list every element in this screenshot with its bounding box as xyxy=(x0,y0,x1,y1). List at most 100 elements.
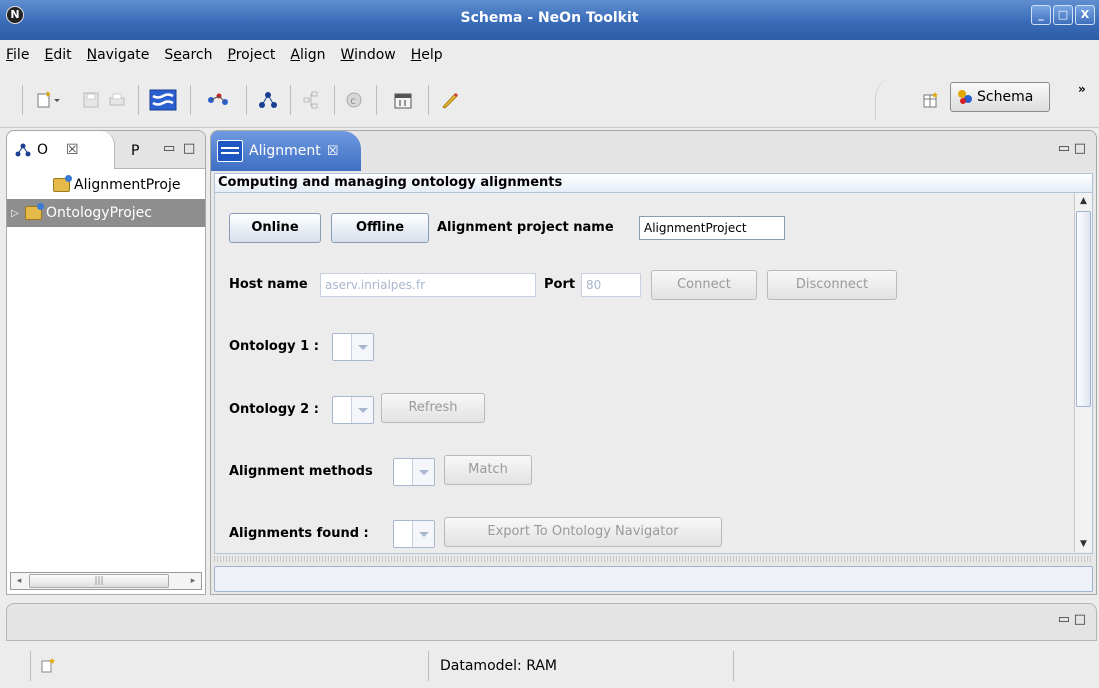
toolbar-separator xyxy=(190,85,191,115)
ontology-navigator-view: O ☒ P ▭ □ AlignmentProje ▷ OntologyProje… xyxy=(6,130,206,595)
bottom-view-area: ▭ □ xyxy=(6,603,1097,641)
port-input[interactable] xyxy=(581,273,641,297)
schema-perspective-button[interactable]: Schema xyxy=(950,82,1050,112)
fast-view-icon[interactable] xyxy=(40,657,56,677)
alignment-icon xyxy=(217,140,243,162)
connect-button[interactable]: Connect xyxy=(651,270,757,300)
minimize-window-button[interactable]: _ xyxy=(1031,5,1051,25)
menu-navigate[interactable]: Navigate xyxy=(87,47,150,63)
alignments-found-select[interactable] xyxy=(393,520,435,548)
save-icon[interactable] xyxy=(80,88,102,112)
menu-window[interactable]: Window xyxy=(341,47,396,63)
menu-align[interactable]: Align xyxy=(290,47,325,63)
tab-alignment[interactable]: Alignment ☒ xyxy=(211,131,361,171)
menu-search[interactable]: Search xyxy=(164,47,212,63)
minimize-editor-icon[interactable]: ▭ xyxy=(1058,141,1070,156)
pen-icon[interactable] xyxy=(436,88,464,112)
scroll-down-icon[interactable]: ▼ xyxy=(1075,536,1092,552)
offline-button[interactable]: Offline xyxy=(331,213,429,243)
status-bar: Datamodel: RAM xyxy=(0,645,1099,688)
refresh-button[interactable]: Refresh xyxy=(381,393,485,423)
tab-ontology-navigator-label: O xyxy=(37,142,49,158)
alignments-found-label: Alignments found : xyxy=(229,526,369,541)
main-toolbar: c Schema » xyxy=(0,70,1099,128)
copyright-icon[interactable]: c xyxy=(342,88,366,112)
window-title: Schema - NeOn Toolkit xyxy=(460,10,639,26)
calendar-icon[interactable] xyxy=(384,88,422,112)
alignment-methods-select[interactable] xyxy=(393,458,435,486)
status-separator xyxy=(428,651,429,681)
tab-project-explorer[interactable]: P xyxy=(131,143,139,159)
chevron-down-icon xyxy=(351,397,373,423)
status-separator xyxy=(30,651,31,681)
menu-project[interactable]: Project xyxy=(228,47,276,63)
menu-file[interactable]: File xyxy=(6,47,29,63)
project-folder-icon xyxy=(25,203,44,220)
maximize-bottom-icon[interactable]: □ xyxy=(1074,612,1086,627)
online-button[interactable]: Online xyxy=(229,213,321,243)
tab-ontology-navigator[interactable]: O ☒ xyxy=(7,131,115,169)
section-heading: Computing and managing ontology alignmen… xyxy=(214,173,1093,193)
host-name-input[interactable] xyxy=(320,273,536,297)
maximize-view-icon[interactable]: □ xyxy=(183,141,195,156)
sash-divider[interactable] xyxy=(214,556,1093,562)
ontology-navigator-icon[interactable] xyxy=(254,88,282,112)
alignment-form: Online Offline Alignment project name Ho… xyxy=(214,193,1093,554)
maximize-editor-icon[interactable]: □ xyxy=(1074,141,1086,156)
ontology-tool-icon[interactable] xyxy=(198,88,238,112)
perspective-label: Schema xyxy=(977,89,1034,105)
ontology1-select[interactable] xyxy=(332,333,374,361)
more-perspectives-button[interactable]: » xyxy=(1078,82,1086,96)
horizontal-scrollbar[interactable]: ◂ ||| ▸ xyxy=(10,572,202,590)
project-name-label: Alignment project name xyxy=(437,220,614,235)
vertical-scrollbar[interactable]: ▲ ▼ xyxy=(1074,193,1092,552)
scroll-thumb[interactable]: ||| xyxy=(29,574,169,588)
scroll-thumb[interactable] xyxy=(1076,211,1091,407)
close-window-button[interactable]: X xyxy=(1075,5,1095,25)
port-label: Port xyxy=(544,277,576,292)
export-to-ontology-navigator-button[interactable]: Export To Ontology Navigator xyxy=(444,517,722,547)
toolbar-separator xyxy=(428,85,429,115)
expand-arrow-icon[interactable]: ▷ xyxy=(11,208,25,219)
toolbar-separator xyxy=(22,85,23,115)
menu-help[interactable]: Help xyxy=(411,47,443,63)
scroll-up-icon[interactable]: ▲ xyxy=(1075,193,1092,209)
toolbar-separator xyxy=(246,85,247,115)
toolbar-separator xyxy=(334,85,335,115)
toolbar-separator xyxy=(290,85,291,115)
project-folder-icon xyxy=(53,175,72,192)
tree-item-alignment-project[interactable]: AlignmentProje xyxy=(7,171,205,199)
new-wizard-icon[interactable] xyxy=(32,88,66,112)
left-view-tab-bar: O ☒ P ▭ □ xyxy=(7,131,205,169)
tree-item-label: AlignmentProje xyxy=(74,177,181,193)
toolbar-separator xyxy=(376,85,377,115)
open-perspective-icon[interactable] xyxy=(918,88,944,112)
hierarchy-icon[interactable] xyxy=(298,88,324,112)
ontology-navigator-icon xyxy=(15,143,31,157)
tree-item-label: OntologyProjec xyxy=(46,205,152,221)
menu-bar: File Edit Navigate Search Project Align … xyxy=(0,40,1099,70)
alignment-view-icon[interactable] xyxy=(146,88,180,112)
scroll-left-icon[interactable]: ◂ xyxy=(11,573,27,589)
host-name-label: Host name xyxy=(229,277,308,292)
menu-edit[interactable]: Edit xyxy=(44,47,71,63)
close-tab-icon[interactable]: ☒ xyxy=(327,144,339,159)
disconnect-button[interactable]: Disconnect xyxy=(767,270,897,300)
minimize-bottom-icon[interactable]: ▭ xyxy=(1058,612,1070,627)
datamodel-status: Datamodel: RAM xyxy=(440,658,558,674)
close-tab-icon[interactable]: ☒ xyxy=(66,142,79,158)
chevron-down-icon xyxy=(351,334,373,360)
match-button[interactable]: Match xyxy=(444,455,532,485)
ontology2-select[interactable] xyxy=(332,396,374,424)
chevron-down-icon xyxy=(412,459,434,485)
ontology2-label: Ontology 2 : xyxy=(229,402,319,417)
tab-alignment-label: Alignment xyxy=(249,143,321,159)
scroll-right-icon[interactable]: ▸ xyxy=(185,573,201,589)
project-name-input[interactable] xyxy=(639,216,785,240)
tree-item-ontology-project[interactable]: ▷ OntologyProjec xyxy=(7,199,205,227)
print-icon[interactable] xyxy=(106,88,128,112)
alignment-editor: Alignment ☒ ▭ □ Computing and managing o… xyxy=(210,130,1097,595)
maximize-window-button[interactable]: □ xyxy=(1053,5,1073,25)
toolbar-separator xyxy=(138,85,139,115)
minimize-view-icon[interactable]: ▭ xyxy=(163,141,175,156)
